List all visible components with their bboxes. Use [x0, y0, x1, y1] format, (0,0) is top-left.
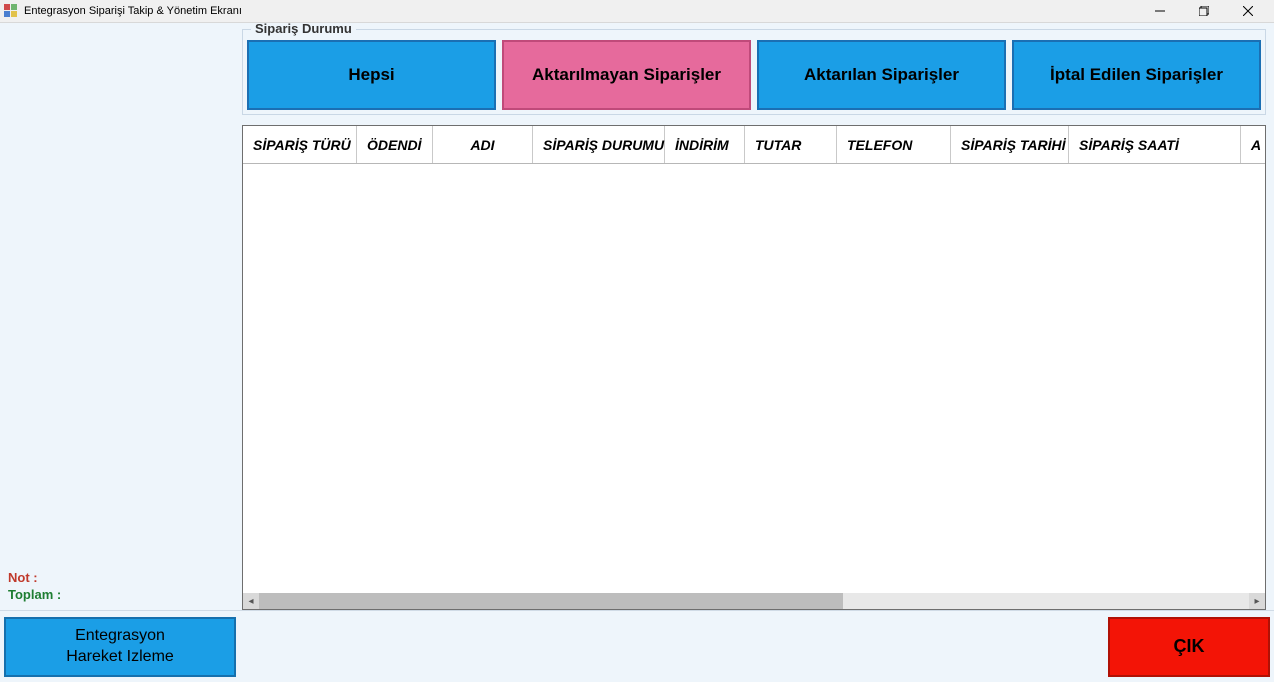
minimize-button[interactable]: [1138, 0, 1182, 22]
groupbox-title: Sipariş Durumu: [251, 22, 356, 36]
left-panel: Not : Toplam :: [0, 23, 242, 610]
left-info: Not : Toplam :: [8, 570, 61, 602]
right-panel: Sipariş Durumu Hepsi Aktarılmayan Sipari…: [242, 23, 1274, 610]
orders-grid: SİPARİŞ TÜRÜ ÖDENDİ ADI SİPARİŞ DURUMU İ…: [242, 125, 1266, 610]
app-icon: [4, 4, 18, 18]
col-extra[interactable]: A: [1241, 126, 1265, 163]
filter-not-transferred-label: Aktarılmayan Siparişler: [532, 65, 721, 85]
integration-tracking-label: Entegrasyon Hareket Izleme: [66, 626, 174, 668]
filter-cancelled-button[interactable]: İptal Edilen Siparişler: [1012, 40, 1261, 110]
scroll-thumb[interactable]: [259, 593, 843, 609]
content-area: Not : Toplam : Sipariş Durumu Hepsi Akta…: [0, 22, 1274, 610]
note-label: Not :: [8, 570, 61, 585]
col-paid[interactable]: ÖDENDİ: [357, 126, 433, 163]
col-order-type[interactable]: SİPARİŞ TÜRÜ: [243, 126, 357, 163]
grid-horizontal-scrollbar[interactable]: ◂ ▸: [243, 593, 1265, 609]
scroll-track[interactable]: [259, 593, 1249, 609]
col-name[interactable]: ADI: [433, 126, 533, 163]
bottom-bar: Entegrasyon Hareket Izleme ÇIK: [0, 610, 1274, 682]
integration-tracking-button[interactable]: Entegrasyon Hareket Izleme: [4, 617, 236, 677]
filter-cancelled-label: İptal Edilen Siparişler: [1050, 65, 1223, 85]
col-order-status[interactable]: SİPARİŞ DURUMU: [533, 126, 665, 163]
scroll-left-icon[interactable]: ◂: [243, 593, 259, 609]
exit-button[interactable]: ÇIK: [1108, 617, 1270, 677]
col-order-date[interactable]: SİPARİŞ TARİHİ: [951, 126, 1069, 163]
grid-body[interactable]: [243, 164, 1265, 593]
maximize-button[interactable]: [1182, 0, 1226, 22]
col-order-time[interactable]: SİPARİŞ SAATİ: [1069, 126, 1241, 163]
col-amount[interactable]: TUTAR: [745, 126, 837, 163]
close-button[interactable]: [1226, 0, 1270, 22]
exit-label: ÇIK: [1174, 636, 1205, 657]
filter-transferred-label: Aktarılan Siparişler: [804, 65, 959, 85]
total-label: Toplam :: [8, 587, 61, 602]
col-discount[interactable]: İNDİRİM: [665, 126, 745, 163]
titlebar: Entegrasyon Siparişi Takip & Yönetim Ekr…: [0, 0, 1274, 22]
scroll-right-icon[interactable]: ▸: [1249, 593, 1265, 609]
window-title: Entegrasyon Siparişi Takip & Yönetim Ekr…: [24, 5, 242, 17]
filter-transferred-button[interactable]: Aktarılan Siparişler: [757, 40, 1006, 110]
grid-header: SİPARİŞ TÜRÜ ÖDENDİ ADI SİPARİŞ DURUMU İ…: [243, 126, 1265, 164]
status-groupbox: Sipariş Durumu Hepsi Aktarılmayan Sipari…: [242, 29, 1266, 115]
col-phone[interactable]: TELEFON: [837, 126, 951, 163]
filter-not-transferred-button[interactable]: Aktarılmayan Siparişler: [502, 40, 751, 110]
filter-all-button[interactable]: Hepsi: [247, 40, 496, 110]
filter-row: Hepsi Aktarılmayan Siparişler Aktarılan …: [247, 40, 1261, 110]
filter-all-label: Hepsi: [348, 65, 394, 85]
